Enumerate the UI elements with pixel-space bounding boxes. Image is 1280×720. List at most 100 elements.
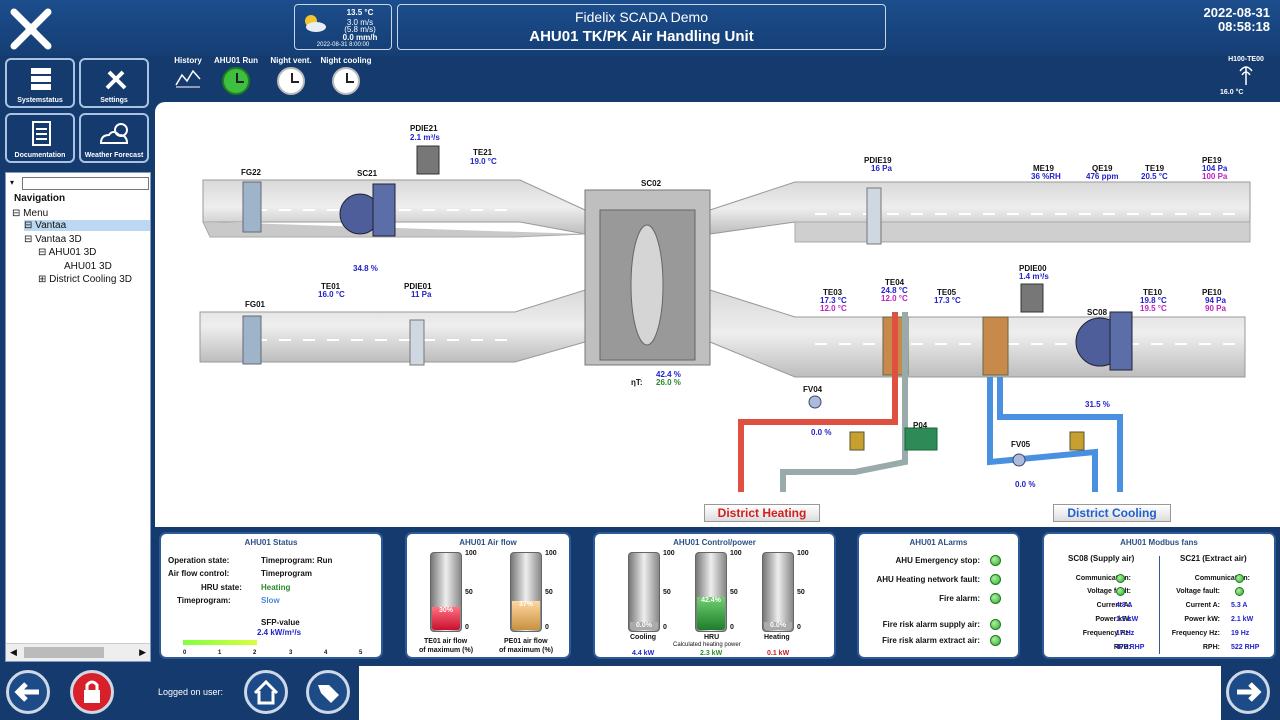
lock-button[interactable] [70, 670, 114, 714]
modbus-fans-panel: AHU01 Modbus fans SC08 (Supply air) SC21… [1042, 532, 1276, 659]
pdie01-damper [409, 319, 425, 366]
nav-item-label: AHU01 3D [48, 247, 97, 258]
scroll-right-icon[interactable]: ▶ [139, 647, 146, 658]
cool-label: Night cooling [320, 56, 372, 65]
heating-bar: 0.0% [762, 552, 794, 632]
outdoor-sensor[interactable]: H100-TE00 16.0 °C [1220, 56, 1272, 96]
run-label: AHU01 Run [213, 56, 258, 65]
tick-100: 100 [465, 550, 477, 557]
nt-value: 26.0 % [656, 378, 681, 387]
alarm-heating-label: AHU Heating network fault: [876, 575, 980, 584]
alarm-emergency-led-icon [990, 555, 1001, 566]
airflow-control-value: Timeprogram [261, 569, 312, 578]
heating-label: Heating [764, 634, 790, 641]
sc21-freq-label: Frequency Hz: [1171, 630, 1220, 637]
forward-button[interactable] [1226, 670, 1270, 714]
p04-pump [904, 427, 938, 451]
cooling-supply-pipe [997, 377, 1123, 492]
weather-forecast-button[interactable]: Weather Forecast [79, 113, 149, 163]
tools-icon [105, 70, 127, 90]
systemstatus-button[interactable]: Systemstatus [5, 58, 75, 108]
ahu-status-panel: AHU01 Status Operation state: Timeprogra… [159, 532, 383, 659]
sc21-title: SC21 (Extract air) [1180, 554, 1247, 563]
sfp-tick-5: 5 [359, 650, 363, 656]
alarms-title: AHU01 ALarms [909, 538, 968, 547]
fv05-value: 0.0 % [1015, 480, 1036, 489]
sc21-power-label: Power kW: [1184, 616, 1220, 623]
tick-100b: 100 [545, 550, 557, 557]
date-text: 2022-08-31 [1203, 5, 1271, 20]
te04-value-2: 12.0 °C [881, 294, 908, 303]
p04-label: P04 [913, 421, 928, 430]
weather-temp: 13.5 °C [346, 8, 374, 17]
pe01-flow-sublabel: of maximum (%) [499, 647, 554, 654]
alarm-fire-led-icon [990, 593, 1001, 604]
sc21-rph-label: RPH: [1202, 644, 1220, 651]
ahu01-run-button[interactable]: AHU01 Run [210, 56, 262, 95]
scroll-left-icon[interactable]: ◀ [10, 647, 17, 658]
alarm-emergency-label: AHU Emergency stop: [895, 556, 980, 565]
nav-item-district-cooling[interactable]: ⊞ District Cooling 3D [38, 274, 132, 285]
systemstatus-label: Systemstatus [17, 97, 63, 104]
op-state-label: Operation state: [168, 556, 230, 565]
run-clock-icon [222, 67, 250, 95]
weather-widget[interactable]: 13.5 °C 3.0 m/s (5.8 m/s) 0.0 mm/h 2022-… [294, 4, 392, 50]
te01-flow-label: TE01 air flow [424, 638, 468, 645]
nav-item-label: District Cooling 3D [49, 274, 132, 285]
nav-item-ahu01-3d[interactable]: ⊟ AHU01 3D [38, 247, 96, 258]
nav-item-menu[interactable]: ⊟ Menu [12, 208, 48, 219]
nav-item-label: Vantaa 3D [35, 234, 82, 245]
documentation-label: Documentation [14, 152, 66, 159]
nav-search-input[interactable] [22, 177, 149, 190]
sfp-tick-4: 4 [324, 650, 328, 656]
te01-value: 16.0 °C [318, 290, 345, 299]
time-text: 08:58:18 [1217, 19, 1270, 34]
nt-label: ηT: [631, 378, 643, 387]
pe01-flow-label: PE01 air flow [504, 638, 548, 645]
tick-0b: 0 [545, 624, 549, 631]
settings-button[interactable]: Settings [79, 58, 149, 108]
fg22-filter [242, 181, 262, 233]
hru-state-label: HRU state: [201, 583, 242, 592]
nav-item-ahu01-3d-child[interactable]: AHU01 3D [64, 261, 112, 272]
te19-value: 20.5 °C [1141, 172, 1168, 181]
district-heating-tag[interactable]: District Heating [704, 504, 820, 522]
weather-stamp: 2022-08-31 8:00:00 [316, 42, 370, 48]
datetime: 2022-08-31 08:58:18 [1170, 5, 1271, 34]
hru-fill: 42.4% [697, 597, 725, 630]
settings-label: Settings [100, 97, 128, 104]
sc08-freq-value: 17 Hz [1116, 630, 1135, 637]
night-cooling-button[interactable]: Night cooling [318, 56, 374, 95]
sc21-current-value: 5.3 A [1231, 602, 1248, 609]
night-vent-button[interactable]: Night vent. [266, 56, 316, 95]
scroll-thumb[interactable] [24, 647, 104, 658]
airflow-control-label: Air flow control: [168, 569, 230, 578]
sfp-bar [183, 640, 257, 645]
nav-dropdown-icon[interactable]: ▾ [10, 178, 14, 187]
tag-button[interactable] [306, 670, 350, 714]
te21-value: 19.0 °C [470, 157, 497, 166]
home-button[interactable] [244, 670, 288, 714]
nav-item-vantaa[interactable]: ⊟ Vantaa [24, 220, 150, 231]
app-title: Fidelix SCADA Demo [574, 9, 709, 25]
vent-label: Night vent. [270, 56, 312, 65]
documentation-button[interactable]: Documentation [5, 113, 75, 163]
sc08-current-value: 4.8 A [1116, 602, 1133, 609]
nav-item-vantaa-3d[interactable]: ⊟ Vantaa 3D [24, 234, 82, 245]
pdie00-value: 1.4 m³/s [1019, 272, 1049, 281]
timeprogram-label: Timeprogram: [177, 596, 231, 605]
document-icon [32, 121, 51, 146]
fidelix-logo-icon[interactable] [8, 6, 54, 52]
h-tick-50: 50 [730, 589, 738, 596]
history-button[interactable]: History [168, 56, 208, 91]
sfp-tick-2: 2 [253, 650, 257, 656]
nav-title: Navigation [14, 193, 66, 204]
district-cooling-tag[interactable]: District Cooling [1053, 504, 1171, 522]
ht-tick-0: 0 [797, 624, 801, 631]
pdie00-gauge [1020, 283, 1044, 313]
back-button[interactable] [6, 670, 50, 714]
cooling-coil [982, 316, 1009, 376]
alarm-heating-led-icon [990, 574, 1001, 585]
fans-divider [1159, 556, 1160, 654]
nav-scrollbar[interactable]: ◀ ▶ [6, 643, 150, 661]
